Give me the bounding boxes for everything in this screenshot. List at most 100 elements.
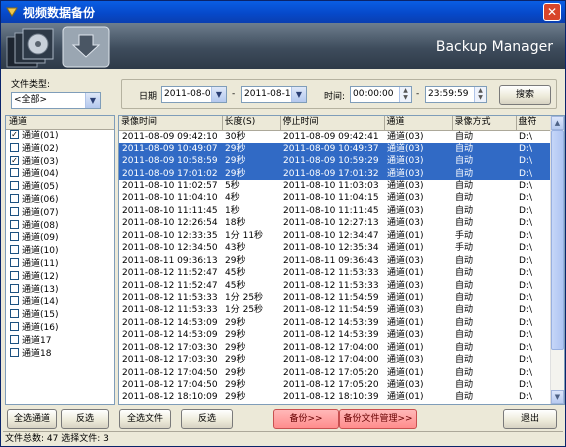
channel-checkbox[interactable] xyxy=(10,270,19,280)
select-all-channels-button[interactable]: 全选通道 xyxy=(7,409,57,429)
table-row[interactable]: 2011-08-12 17:03:30 29秒 2011-08-12 17:04:0… xyxy=(119,354,551,366)
invert-channels-button[interactable]: 反选 xyxy=(61,409,109,429)
channel-item[interactable]: 通道(04) xyxy=(6,168,114,181)
table-row[interactable]: 2011-08-10 12:26:54 18秒 2011-08-10 12:27:1… xyxy=(119,217,551,229)
table-row[interactable]: 2011-08-09 10:58:59 29秒 2011-08-09 10:59:2… xyxy=(119,154,551,168)
column-header[interactable]: 长度(S) xyxy=(222,116,281,131)
channel-checkbox[interactable] xyxy=(10,321,19,331)
channel-item[interactable]: 通道(02) xyxy=(6,142,114,156)
channel-item[interactable]: 通道(06) xyxy=(6,193,114,207)
channel-item[interactable]: 通道(14) xyxy=(6,296,114,309)
date-to-select[interactable]: 2011-08-17 ▼ xyxy=(241,86,307,103)
table-row[interactable]: 2011-08-10 12:34:50 43秒 2011-08-10 12:35:3… xyxy=(119,242,551,254)
channel-checkbox[interactable] xyxy=(10,219,19,229)
table-cell: 2011-08-10 11:11:45 xyxy=(122,205,218,216)
channel-item[interactable]: 通道(16) xyxy=(6,321,114,335)
table-row[interactable]: 2011-08-12 11:52:47 45秒 2011-08-12 11:53:3… xyxy=(119,267,551,279)
column-header[interactable]: 录像方式 xyxy=(452,116,517,131)
table-row[interactable]: 2011-08-12 17:04:50 29秒 2011-08-12 17:05:2… xyxy=(119,379,551,391)
channel-label: 通道(15) xyxy=(22,310,59,321)
table-row[interactable]: 2011-08-09 10:49:07 29秒 2011-08-09 10:49:3… xyxy=(119,142,551,155)
chevron-down-icon[interactable]: ▼ xyxy=(291,87,306,102)
table-row[interactable]: 2011-08-12 11:53:33 1分 25秒 2011-08-12 11:5… xyxy=(119,304,551,316)
chevron-down-icon[interactable]: ▼ xyxy=(85,93,100,108)
channel-item[interactable]: ✓ 通道(01) xyxy=(6,130,114,143)
channel-checkbox[interactable] xyxy=(10,309,19,319)
table-row[interactable]: 2011-08-12 17:04:50 29秒 2011-08-12 17:05:2… xyxy=(119,366,551,378)
chevron-down-icon[interactable]: ▼ xyxy=(211,87,226,102)
channel-checkbox[interactable] xyxy=(10,283,19,293)
channel-checkbox[interactable] xyxy=(10,232,19,242)
column-header[interactable]: 录像时间 xyxy=(119,116,223,131)
table-row[interactable]: 2011-08-10 11:02:57 5秒 2011-08-10 11:03:03… xyxy=(119,180,551,192)
channel-item[interactable]: 通道(07) xyxy=(6,206,114,220)
channel-checkbox[interactable] xyxy=(10,245,19,255)
scroll-thumb[interactable] xyxy=(551,130,564,350)
title-bar[interactable]: 视频数据备份 ✕ xyxy=(1,1,565,23)
column-header[interactable]: 盘符 xyxy=(516,116,552,131)
channel-checkbox[interactable] xyxy=(10,296,19,306)
time-to-spinner[interactable]: ▲ ▼ xyxy=(474,87,486,102)
column-header[interactable]: 停止时间 xyxy=(280,116,385,131)
channel-checkbox[interactable] xyxy=(10,193,19,203)
channel-label: 通道17 xyxy=(22,335,52,346)
channel-checkbox[interactable] xyxy=(10,257,19,267)
channel-item[interactable]: 通道(09) xyxy=(6,232,114,245)
table-row[interactable]: 2011-08-12 11:52:47 45秒 2011-08-12 11:53:3… xyxy=(119,279,551,291)
channel-item[interactable]: 通道17 xyxy=(6,334,114,348)
table-row[interactable]: 2011-08-12 14:53:09 29秒 2011-08-12 14:53:3… xyxy=(119,317,551,329)
scroll-down-icon[interactable]: ▼ xyxy=(551,390,564,404)
table-row[interactable]: 2011-08-09 17:01:02 29秒 2011-08-09 17:01:3… xyxy=(119,167,551,180)
table-row[interactable]: 2011-08-12 11:53:33 1分 25秒 2011-08-12 11:5… xyxy=(119,292,551,304)
select-all-files-button[interactable]: 全选文件 xyxy=(119,409,171,429)
exit-button[interactable]: 退出 xyxy=(503,409,557,429)
table-row[interactable]: 2011-08-12 17:03:30 29秒 2011-08-12 17:04:0… xyxy=(119,342,551,354)
table-cell: 通道(03) xyxy=(384,404,452,405)
channel-label: 通道(02) xyxy=(22,143,59,154)
table-cell: 2011-08-12 17:04:50 xyxy=(122,380,218,391)
date-from-select[interactable]: 2011-08-09 ▼ xyxy=(161,86,227,103)
channel-checkbox[interactable] xyxy=(10,347,19,357)
time-from-input[interactable]: 00:00:00 ▲ ▼ xyxy=(350,86,412,103)
table-row[interactable]: 2011-08-10 11:04:10 4秒 2011-08-10 11:04:15… xyxy=(119,192,551,204)
channel-checkbox[interactable] xyxy=(10,206,19,216)
channel-item[interactable]: 通道(05) xyxy=(6,181,114,194)
table-row[interactable]: 2011-08-09 09:42:10 30秒 2011-08-09 09:42:4… xyxy=(119,130,551,143)
table-row[interactable]: 2011-08-10 11:11:45 1秒 2011-08-10 11:11:45… xyxy=(119,205,551,217)
channel-checkbox[interactable] xyxy=(10,181,19,191)
table-row[interactable]: 2011-08-12 18:10:0929秒2011-08-12 18:10:3… xyxy=(119,404,551,405)
search-button[interactable]: 搜索 xyxy=(499,85,551,105)
table-row[interactable]: 2011-08-11 09:36:13 29秒 2011-08-11 09:36:4… xyxy=(119,254,551,266)
channel-item[interactable]: 通道(15) xyxy=(6,309,114,322)
channel-item[interactable]: 通道(12) xyxy=(6,270,114,284)
channel-checkbox[interactable] xyxy=(10,142,19,152)
channel-item[interactable]: ✓ 通道(03) xyxy=(6,155,114,169)
table-cell: D:\ xyxy=(519,218,532,229)
file-type-select[interactable]: <全部> ▼ xyxy=(11,92,101,109)
channel-item[interactable]: 通道18 xyxy=(6,347,114,361)
backup-manage-button[interactable]: 备份文件管理>> xyxy=(339,409,417,429)
table-row[interactable]: 2011-08-12 18:10:0929秒2011-08-12 18:10:3… xyxy=(119,391,551,403)
channel-checkbox[interactable]: ✓ xyxy=(10,130,19,139)
table-row[interactable]: 2011-08-12 14:53:09 29秒 2011-08-12 14:53:3… xyxy=(119,329,551,341)
channel-item[interactable]: 通道(11) xyxy=(6,257,114,271)
table-cell: 2011-08-10 11:02:57 xyxy=(122,181,218,192)
channel-item[interactable]: 通道(10) xyxy=(6,245,114,258)
date-label: 日期 xyxy=(139,92,158,102)
table-cell: 自动 xyxy=(452,404,516,405)
channel-checkbox[interactable] xyxy=(10,334,19,344)
channel-checkbox[interactable]: ✓ xyxy=(10,155,19,165)
column-header[interactable]: 通道 xyxy=(384,116,453,131)
channel-item[interactable]: 通道(13) xyxy=(6,283,114,297)
invert-files-button[interactable]: 反选 xyxy=(181,409,233,429)
table-cell: 29秒 xyxy=(225,255,246,266)
backup-button[interactable]: 备份>> xyxy=(273,409,339,429)
channel-item[interactable]: 通道(08) xyxy=(6,219,114,233)
time-from-spinner[interactable]: ▲ ▼ xyxy=(399,87,411,102)
close-icon[interactable]: ✕ xyxy=(543,3,561,21)
vertical-scrollbar[interactable]: ▲ ▼ xyxy=(550,116,564,404)
time-to-input[interactable]: 23:59:59 ▲ ▼ xyxy=(425,86,487,103)
channel-checkbox[interactable] xyxy=(10,168,19,178)
scroll-up-icon[interactable]: ▲ xyxy=(551,116,564,130)
table-row[interactable]: 2011-08-10 12:33:35 1分 11秒 2011-08-10 12:3… xyxy=(119,230,551,242)
